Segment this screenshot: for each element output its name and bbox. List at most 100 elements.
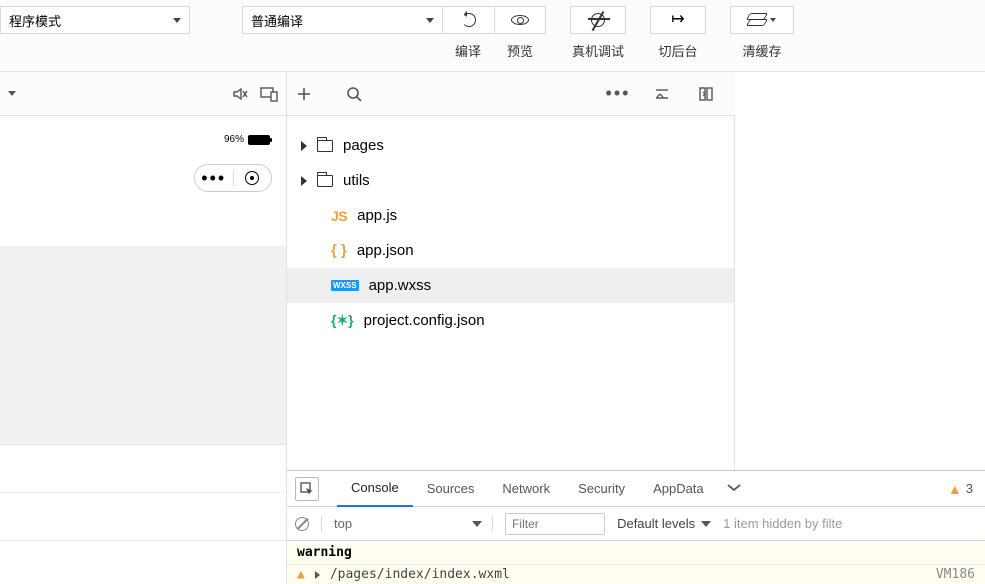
compile-mode-select[interactable]: 普通编译 xyxy=(242,6,442,34)
js-icon: JS xyxy=(331,208,347,224)
tabs-overflow-button[interactable] xyxy=(726,481,742,496)
phone-status-area: 96% ••• xyxy=(0,116,286,246)
divider xyxy=(321,515,322,533)
explorer-pane: ••• pages utils xyxy=(287,72,985,584)
capsule-menu[interactable]: ••• xyxy=(194,164,272,192)
caret-down-icon[interactable] xyxy=(8,91,16,96)
console-message-label: warning xyxy=(297,545,352,560)
mode-select-label: 程序模式 xyxy=(9,11,61,30)
bug-icon xyxy=(591,13,605,27)
warning-count[interactable]: ▲ 3 xyxy=(948,481,973,497)
devices-icon[interactable] xyxy=(260,86,278,102)
file-app-json[interactable]: { } app.json xyxy=(287,233,734,268)
preview-toolbar xyxy=(0,72,286,116)
config-icon: {✶} xyxy=(331,312,354,329)
preview-content xyxy=(0,444,286,584)
context-select[interactable]: top xyxy=(334,516,493,531)
file-label: app.js xyxy=(357,207,397,224)
preview-button[interactable] xyxy=(494,6,546,34)
levels-select[interactable]: Default levels xyxy=(617,516,711,531)
compile-button[interactable] xyxy=(442,6,494,34)
list-item[interactable] xyxy=(0,445,286,493)
folder-label: utils xyxy=(343,172,370,189)
warning-icon: ▲ xyxy=(948,481,962,497)
warning-count-value: 3 xyxy=(966,481,973,496)
clear-console-button[interactable] xyxy=(295,517,309,531)
file-app-wxss[interactable]: WXSS app.wxss xyxy=(287,268,734,303)
folder-icon xyxy=(317,175,333,187)
caret-down-icon xyxy=(426,18,434,23)
remote-debug-label: 真机调试 xyxy=(572,36,624,64)
background-col: ↦ 切后台 xyxy=(650,0,706,64)
file-label: project.config.json xyxy=(364,312,485,329)
folder-pages[interactable]: pages xyxy=(287,128,734,163)
search-button[interactable] xyxy=(345,85,363,103)
collapse-icon[interactable] xyxy=(653,85,671,103)
file-app-js[interactable]: JS app.js xyxy=(287,198,734,233)
main: 96% ••• xyxy=(0,72,985,584)
console-path: /pages/index/index.wxml xyxy=(330,567,510,582)
mode-select[interactable]: 程序模式 xyxy=(0,6,190,34)
phone-simulator: 96% ••• xyxy=(0,116,286,584)
hidden-items-note: 1 item hidden by filte xyxy=(723,516,842,531)
compile-label: 编译 xyxy=(442,36,494,64)
caret-down-icon xyxy=(770,18,776,22)
file-label: app.wxss xyxy=(369,277,432,294)
capsule-more-icon[interactable]: ••• xyxy=(195,169,233,187)
devtools-tabs: Console Sources Network Security AppData… xyxy=(287,471,985,507)
switch-icon: ↦ xyxy=(671,12,684,28)
json-icon: { } xyxy=(331,242,347,259)
top-toolbar: 程序模式 普通编译 编译 预览 xyxy=(0,0,985,72)
split-icon[interactable] xyxy=(697,85,715,103)
topbar-left: 程序模式 xyxy=(0,0,190,34)
file-label: app.json xyxy=(357,242,414,259)
console-message[interactable]: warning xyxy=(287,541,985,564)
background-label: 切后台 xyxy=(658,36,697,64)
inspect-button[interactable] xyxy=(295,477,319,501)
tab-security[interactable]: Security xyxy=(564,471,639,507)
new-file-button[interactable] xyxy=(295,85,313,103)
clear-cache-label: 清缓存 xyxy=(742,36,781,64)
eye-icon xyxy=(511,15,529,25)
context-label: top xyxy=(334,516,352,531)
console-filter-bar: top Default levels 1 item hidden by filt… xyxy=(287,507,985,541)
compile-toolbar-group: 普通编译 编译 预览 xyxy=(242,0,546,64)
file-project-config[interactable]: {✶} project.config.json xyxy=(287,303,734,338)
filter-input[interactable] xyxy=(505,513,605,535)
refresh-icon xyxy=(462,13,476,27)
remote-debug-col: 真机调试 xyxy=(570,0,626,64)
clear-cache-button[interactable] xyxy=(730,6,794,34)
levels-label: Default levels xyxy=(617,516,695,531)
caret-down-icon xyxy=(472,521,482,527)
tab-appdata[interactable]: AppData xyxy=(639,471,718,507)
folder-icon xyxy=(317,140,333,152)
clear-cache-col: 清缓存 xyxy=(730,0,794,64)
mute-icon[interactable] xyxy=(232,86,248,102)
compile-select-label: 普通编译 xyxy=(251,11,303,30)
chevron-right-icon xyxy=(301,176,307,186)
warning-icon: ▲ xyxy=(297,567,305,582)
tab-sources[interactable]: Sources xyxy=(413,471,489,507)
chevron-right-icon xyxy=(315,571,320,579)
folder-utils[interactable]: utils xyxy=(287,163,734,198)
devtools-panel: Console Sources Network Security AppData… xyxy=(287,470,985,584)
caret-down-icon xyxy=(173,18,181,23)
caret-down-icon xyxy=(701,521,711,527)
list-item[interactable] xyxy=(0,493,286,541)
list-item[interactable] xyxy=(0,541,286,584)
preview-label: 预览 xyxy=(494,36,546,64)
console-subline[interactable]: ▲ /pages/index/index.wxml VM186 xyxy=(287,564,985,584)
capsule-close-button[interactable] xyxy=(234,171,272,185)
tab-network[interactable]: Network xyxy=(488,471,564,507)
status-bar: 96% xyxy=(224,134,270,145)
preview-pane: 96% ••• xyxy=(0,72,287,584)
background-button[interactable]: ↦ xyxy=(650,6,706,34)
more-icon[interactable]: ••• xyxy=(609,85,627,103)
chevron-right-icon xyxy=(301,141,307,151)
remote-debug-button[interactable] xyxy=(570,6,626,34)
console-source: VM186 xyxy=(936,567,975,582)
target-icon xyxy=(245,171,259,185)
tab-console[interactable]: Console xyxy=(337,471,413,507)
folder-label: pages xyxy=(343,137,384,154)
wxss-icon: WXSS xyxy=(331,280,359,291)
